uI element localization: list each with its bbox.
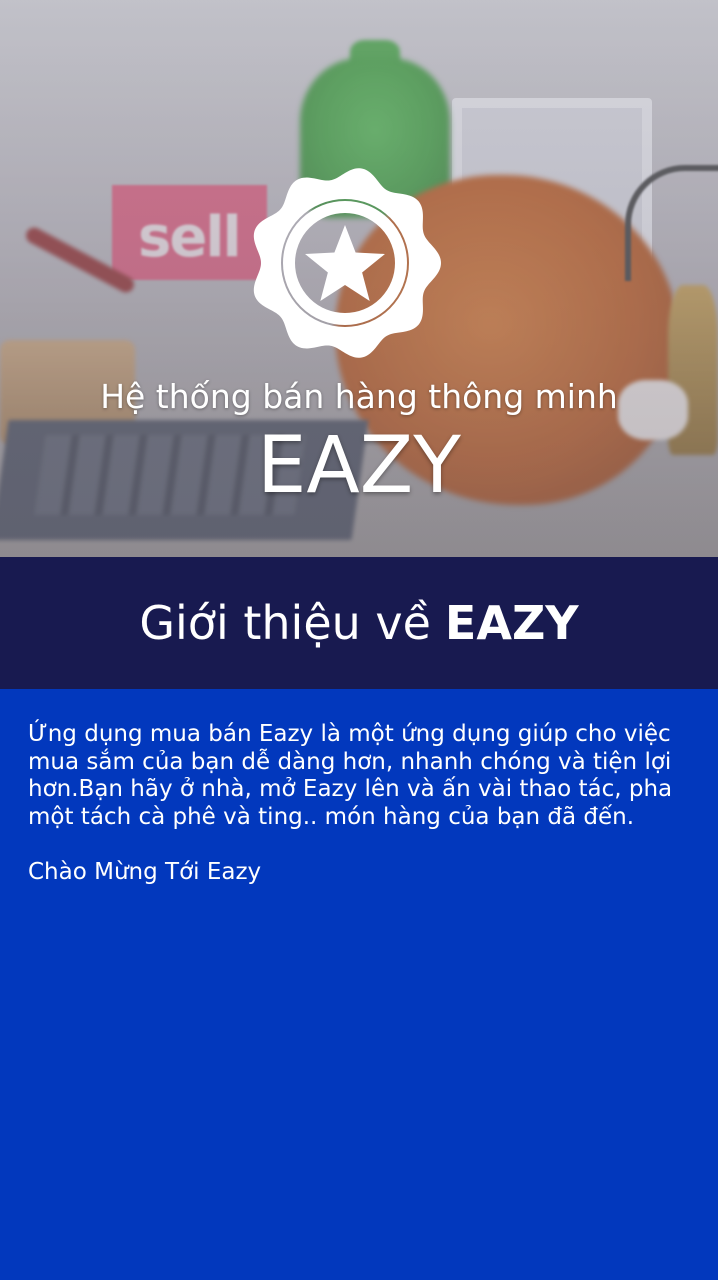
page-title-prefix: Giới thiệu về	[139, 596, 431, 650]
hero-brand-name: EAZY	[257, 421, 461, 511]
star-badge-icon	[253, 168, 441, 358]
content-panel: Ứng dụng mua bán Eazy là một ứng dụng gi…	[0, 689, 718, 1280]
welcome-message: Chào Mừng Tới Eazy	[28, 859, 262, 885]
hero-tagline: Hệ thống bán hàng thông minh	[100, 377, 618, 416]
page-title-brand: EAZY	[444, 596, 579, 650]
page-title: Giới thiệu về EAZY	[0, 557, 718, 689]
app-description: Ứng dụng mua bán Eazy là một ứng dụng gi…	[28, 721, 673, 830]
hero-banner: sell Hệ thống bán hàng thông minh EAZY	[0, 0, 718, 557]
